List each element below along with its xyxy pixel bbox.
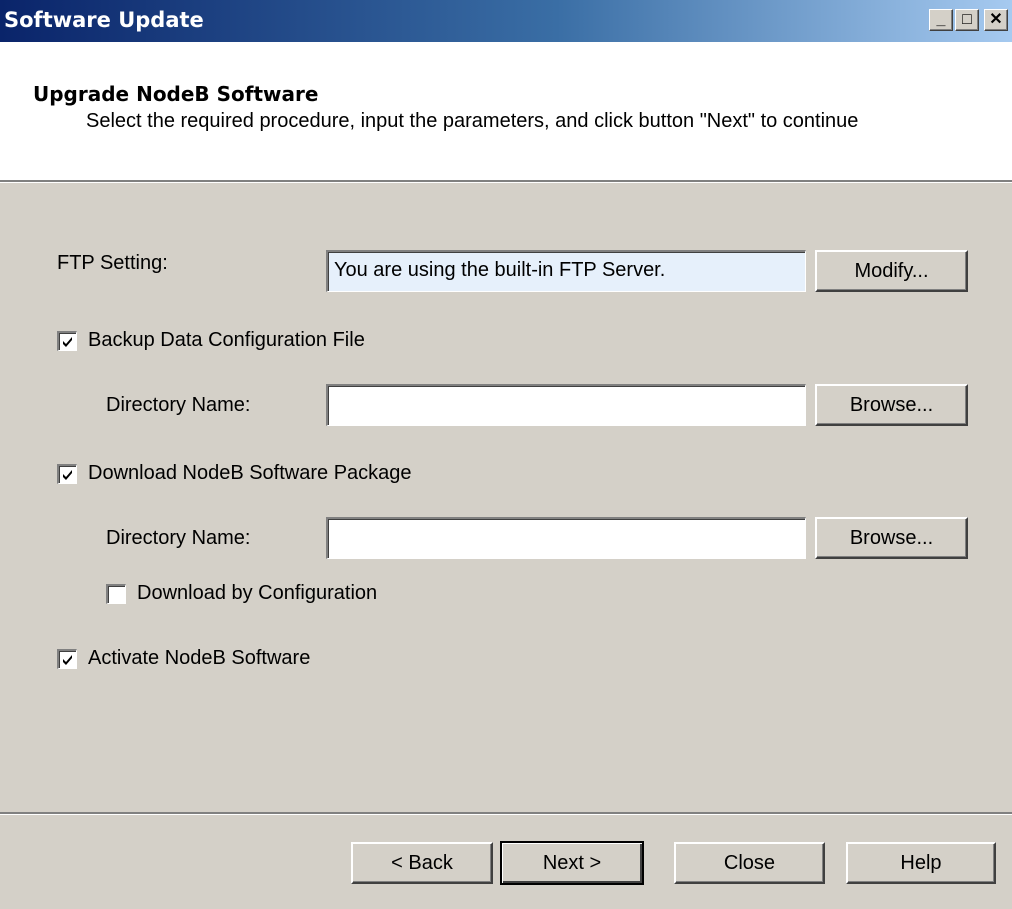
download-by-config-label: Download by Configuration — [137, 582, 378, 604]
backup-checkbox[interactable] — [57, 330, 77, 351]
minimize-icon: _ — [936, 11, 946, 28]
download-checkbox-row[interactable]: Download NodeB Software Package — [57, 462, 412, 485]
activate-checkbox-label: Activate NodeB Software — [88, 647, 311, 669]
backup-checkbox-label: Backup Data Configuration File — [88, 329, 365, 351]
activate-checkbox-row[interactable]: Activate NodeB Software — [57, 647, 310, 670]
wizard-header: Upgrade NodeB Software Select the requir… — [0, 42, 1012, 182]
back-button[interactable]: < Back — [351, 842, 493, 884]
download-by-config-checkbox[interactable] — [106, 583, 126, 604]
backup-browse-button[interactable]: Browse... — [815, 384, 968, 426]
modify-button[interactable]: Modify... — [815, 250, 968, 292]
close-icon: ✕ — [989, 11, 1003, 28]
backup-directory-label: Directory Name: — [106, 394, 251, 416]
header-divider — [0, 182, 1012, 183]
download-browse-button[interactable]: Browse... — [815, 517, 968, 559]
checkmark-icon — [63, 469, 72, 480]
help-button[interactable]: Help — [846, 842, 996, 884]
download-directory-input[interactable] — [326, 517, 806, 559]
download-checkbox[interactable] — [57, 463, 77, 484]
close-window-button[interactable]: ✕ — [984, 9, 1008, 31]
window-title: Software Update — [4, 8, 204, 32]
backup-directory-input[interactable] — [326, 384, 806, 426]
close-button[interactable]: Close — [674, 842, 825, 884]
checkmark-icon — [63, 336, 72, 347]
checkmark-icon — [63, 654, 72, 665]
page-subtitle: Select the required procedure, input the… — [86, 110, 859, 132]
maximize-button[interactable]: □ — [955, 9, 979, 31]
minimize-button[interactable]: _ — [929, 9, 953, 31]
download-directory-label: Directory Name: — [106, 527, 251, 549]
maximize-icon: □ — [962, 11, 972, 28]
ftp-setting-label: FTP Setting: — [57, 252, 168, 274]
title-bar: Software Update _ □ ✕ — [0, 0, 1012, 42]
backup-checkbox-row[interactable]: Backup Data Configuration File — [57, 329, 365, 352]
download-by-config-row[interactable]: Download by Configuration — [106, 582, 377, 605]
download-checkbox-label: Download NodeB Software Package — [88, 462, 412, 484]
footer-divider — [0, 812, 1012, 815]
activate-checkbox[interactable] — [57, 648, 77, 669]
next-button[interactable]: Next > — [500, 841, 644, 885]
ftp-setting-field: You are using the built-in FTP Server. — [326, 250, 806, 292]
page-title: Upgrade NodeB Software — [33, 82, 319, 106]
